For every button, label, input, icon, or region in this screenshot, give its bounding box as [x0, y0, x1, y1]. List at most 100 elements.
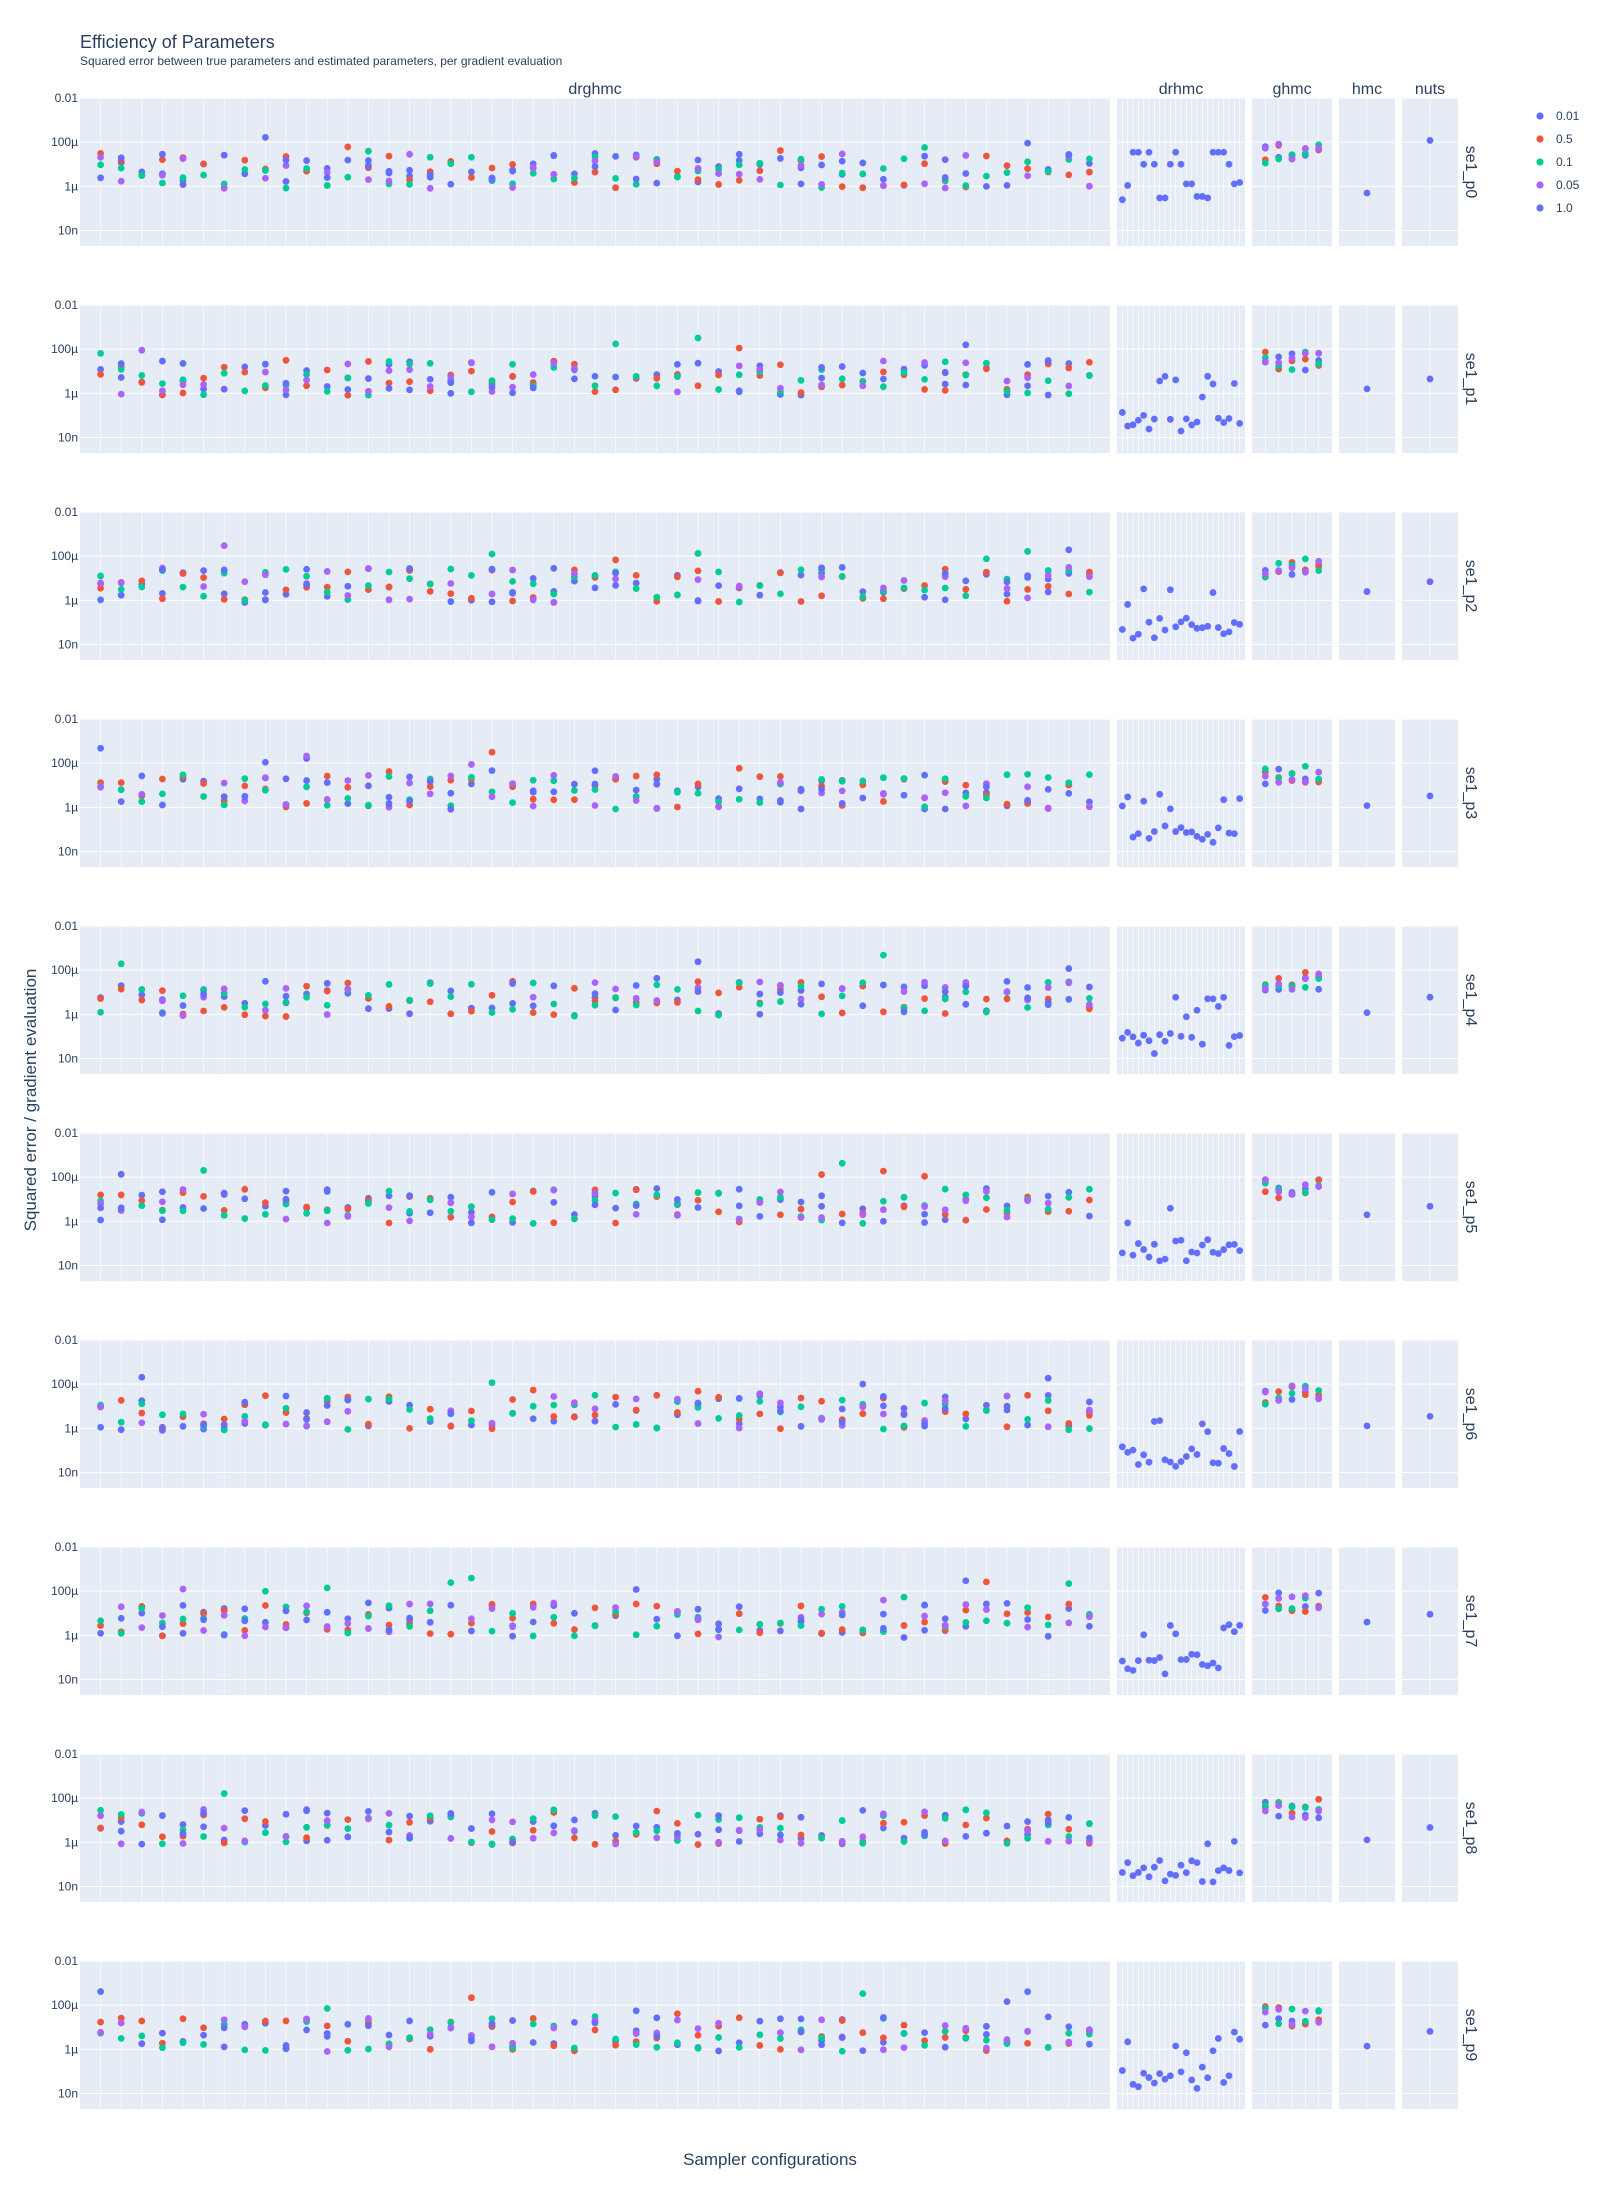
data-point — [365, 1815, 372, 1823]
data-point — [1275, 1605, 1283, 1613]
y-tick-label: 100µ — [51, 1584, 78, 1598]
data-point — [262, 1421, 269, 1428]
data-point — [715, 1633, 722, 1641]
data-point — [591, 584, 599, 592]
data-point — [1204, 1840, 1212, 1848]
data-point — [962, 1821, 970, 1829]
column-label: drhmc — [1159, 81, 1203, 98]
data-point — [900, 577, 908, 584]
data-point — [138, 577, 146, 585]
data-point — [1124, 2038, 1132, 2046]
data-point — [653, 374, 661, 382]
y-tick-label: 10n — [58, 1880, 78, 1894]
data-point — [241, 775, 249, 783]
data-point — [1261, 2008, 1269, 2016]
data-point — [777, 147, 784, 154]
data-point — [509, 566, 516, 574]
data-point — [1198, 1420, 1206, 1428]
data-point — [262, 167, 269, 174]
data-point — [529, 1815, 537, 1823]
data-point — [735, 785, 743, 793]
data-point — [323, 801, 331, 809]
data-point — [1134, 2083, 1142, 2091]
data-point — [138, 583, 146, 591]
data-point — [468, 1994, 475, 2002]
data-point — [818, 980, 825, 988]
data-point — [262, 1199, 269, 1207]
data-point — [694, 1616, 702, 1624]
data-point — [179, 381, 187, 389]
data-point — [756, 2031, 764, 2039]
data-point — [117, 154, 125, 162]
data-point — [591, 163, 599, 170]
y-tick-label: 1µ — [64, 1421, 78, 1435]
data-point — [983, 568, 990, 576]
data-point — [653, 997, 661, 1004]
data-point — [1214, 1664, 1222, 1672]
data-point — [241, 1632, 249, 1640]
data-point — [1044, 804, 1052, 812]
data-point — [797, 566, 805, 574]
data-point — [1086, 1406, 1093, 1414]
data-point — [983, 2036, 990, 2044]
data-point — [653, 780, 661, 788]
data-point — [735, 598, 743, 606]
data-point — [344, 1825, 352, 1833]
y-tick-label: 100µ — [51, 963, 78, 977]
data-point — [220, 1824, 228, 1832]
data-point — [735, 1202, 743, 1210]
data-point — [612, 805, 619, 813]
data-point — [653, 771, 661, 779]
data-point — [509, 780, 516, 788]
data-point — [344, 386, 352, 393]
data-point — [859, 1990, 867, 1998]
data-point — [117, 1629, 125, 1637]
data-point — [1288, 1803, 1296, 1811]
data-point — [941, 805, 949, 813]
data-point — [426, 580, 434, 588]
data-point — [941, 386, 949, 394]
data-point — [983, 1578, 990, 1586]
data-point — [303, 1203, 310, 1211]
data-point — [117, 591, 125, 599]
data-point — [1301, 1804, 1309, 1811]
data-point — [97, 370, 104, 378]
data-point — [880, 981, 887, 989]
data-point — [344, 374, 352, 382]
data-point — [941, 1814, 949, 1822]
data-point — [262, 2017, 269, 2025]
data-point — [138, 371, 146, 379]
data-point — [756, 175, 764, 183]
data-point — [880, 1393, 887, 1400]
data-point — [406, 773, 413, 781]
data-point — [97, 153, 104, 161]
data-point — [1065, 2023, 1073, 2031]
data-point — [1024, 1197, 1031, 1204]
data-point — [694, 978, 702, 986]
data-point — [674, 167, 681, 175]
data-point — [365, 1005, 372, 1013]
data-point — [426, 171, 434, 179]
data-point — [921, 180, 928, 188]
data-point — [159, 1216, 166, 1224]
y-tick-label: 100µ — [51, 756, 78, 770]
data-point — [571, 1632, 578, 1640]
data-point — [447, 1809, 455, 1817]
data-point — [365, 992, 372, 999]
data-point — [241, 1011, 249, 1019]
data-point — [777, 1188, 784, 1196]
data-point — [1024, 547, 1031, 555]
data-point — [323, 1809, 331, 1817]
data-point — [159, 1812, 166, 1819]
data-point — [1140, 585, 1148, 593]
data-point — [962, 152, 970, 159]
data-point — [282, 178, 290, 185]
data-point — [653, 1615, 661, 1623]
data-point — [921, 1203, 928, 1211]
legend-marker — [1536, 158, 1544, 166]
data-point — [1118, 196, 1126, 204]
data-point — [468, 980, 475, 988]
data-point — [97, 1617, 104, 1625]
data-point — [962, 1422, 970, 1430]
data-point — [756, 1629, 764, 1637]
